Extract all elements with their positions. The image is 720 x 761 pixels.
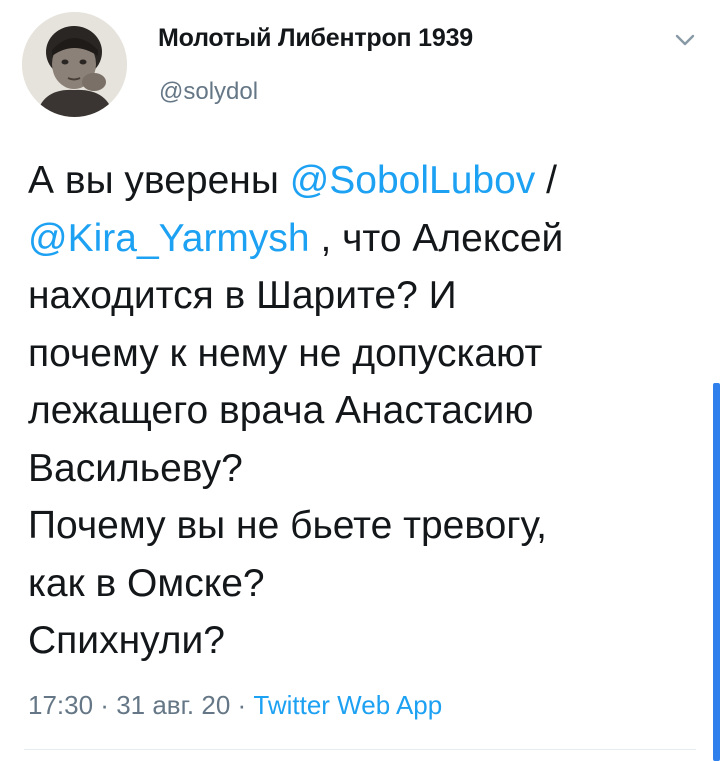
tweet-date[interactable]: 31 авг. 20: [116, 690, 230, 720]
mention-link-kira-yarmysh[interactable]: @Kira_Yarmysh: [28, 217, 310, 260]
tweet-text-intro: А вы уверены: [28, 159, 290, 202]
tweet-text-body: , что Алексей находится в Шарите? И поче…: [28, 216, 564, 663]
tweet-text: А вы уверены @SobolLubov / @Kira_Yarmysh…: [28, 152, 700, 670]
tweet-text-separator: /: [535, 159, 557, 202]
meta-separator: ·: [93, 690, 117, 720]
tweet-meta: 17:30 · 31 авг. 20 · Twitter Web App: [28, 690, 442, 721]
scrollbar[interactable]: [713, 383, 720, 761]
author-display-name[interactable]: Молотый Либентроп 1939: [158, 24, 473, 53]
chevron-down-icon[interactable]: [672, 30, 698, 50]
tweet-source-link[interactable]: Twitter Web App: [253, 690, 442, 720]
avatar[interactable]: [22, 12, 127, 117]
author-handle[interactable]: @solydol: [159, 78, 258, 106]
meta-separator: ·: [230, 690, 254, 720]
divider: [24, 749, 696, 750]
mention-link-soboll-ubov[interactable]: @SobolLubov: [290, 159, 536, 202]
tweet-time[interactable]: 17:30: [28, 690, 93, 720]
child-photo-avatar-icon: [22, 12, 127, 117]
tweet-card: Молотый Либентроп 1939 @solydol А вы уве…: [0, 0, 720, 761]
